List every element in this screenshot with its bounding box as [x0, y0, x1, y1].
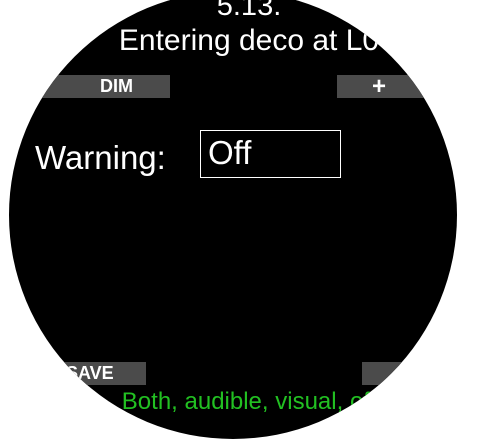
dive-computer-display: 5.13. Entering deco at L0 DIM + Warning:…: [9, 0, 457, 439]
plus-button[interactable]: +: [337, 75, 457, 99]
save-button[interactable]: SAVE: [9, 362, 146, 385]
dim-button[interactable]: DIM: [9, 75, 170, 98]
page-title: Entering deco at L0: [118, 24, 380, 57]
warning-label: Warning:: [35, 139, 166, 176]
minus-button[interactable]: [362, 362, 457, 385]
minus-icon: [398, 371, 420, 377]
options-hint: Both, audible, visual, off: [121, 388, 377, 415]
warning-value-field[interactable]: Off: [200, 130, 341, 178]
section-number: 5.13.: [216, 0, 282, 22]
